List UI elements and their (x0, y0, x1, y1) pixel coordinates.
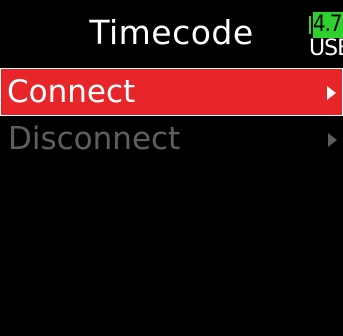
menu-item-label: Disconnect (8, 121, 181, 157)
battery-icon: 4.7 (307, 12, 343, 38)
chevron-right-icon (327, 86, 336, 100)
header: Timecode 4.7 USB (0, 0, 343, 68)
chevron-right-icon (328, 133, 337, 147)
menu-list: Connect Disconnect (0, 68, 343, 164)
menu-item-disconnect[interactable]: Disconnect (0, 116, 343, 164)
battery-indicator: 4.7 USB (307, 12, 343, 62)
device-screen: Timecode 4.7 USB Connect Disconnect (0, 0, 343, 336)
power-source-label: USB (309, 36, 343, 61)
battery-level: 4.7 (313, 12, 342, 37)
menu-item-connect[interactable]: Connect (0, 68, 343, 116)
menu-item-label: Connect (7, 74, 136, 110)
page-title: Timecode (89, 13, 254, 52)
